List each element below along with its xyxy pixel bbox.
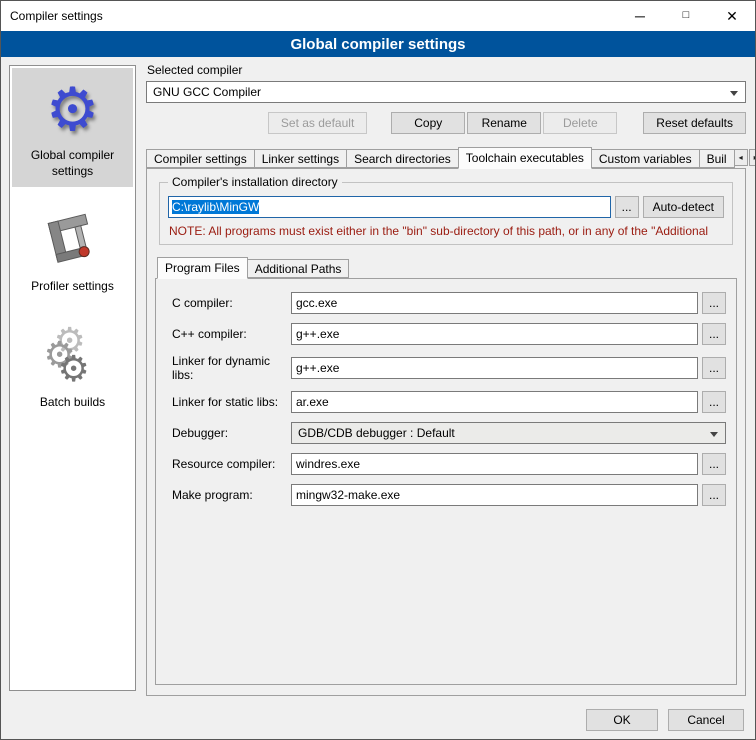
titlebar[interactable]: Compiler settings ─ □ ✕ — [1, 1, 755, 31]
sidebar-item-batch-builds[interactable]: ⚙ ⚙ ⚙ Batch builds — [12, 315, 133, 419]
installation-directory-row: C:\raylib\MinGW ... Auto-detect — [168, 196, 724, 218]
program-files-panel: C compiler: ... C++ compiler: ... — [155, 278, 737, 685]
c-compiler-row: C compiler: ... — [172, 292, 726, 314]
maximize-button[interactable]: □ — [663, 1, 709, 31]
static-linker-input[interactable] — [291, 391, 698, 413]
main-panel: Selected compiler GNU GCC Compiler Set a… — [146, 63, 746, 696]
tab-toolchain-executables[interactable]: Toolchain executables — [458, 147, 592, 169]
tab-build-truncated[interactable]: Buil — [699, 149, 735, 168]
cpp-compiler-row: C++ compiler: ... — [172, 323, 726, 345]
c-compiler-browse-button[interactable]: ... — [702, 292, 726, 314]
installation-directory-value: C:\raylib\MinGW — [172, 200, 259, 214]
tab-scroll-left-icon[interactable]: ◂ — [734, 149, 748, 166]
static-linker-label: Linker for static libs: — [172, 395, 291, 409]
sidebar-item-profiler-settings[interactable]: Profiler settings — [12, 199, 133, 303]
dynamic-linker-browse-button[interactable]: ... — [702, 357, 726, 379]
sidebar-item-label: Global compiler settings — [14, 148, 131, 179]
installation-directory-group-title: Compiler's installation directory — [168, 175, 342, 189]
make-program-label: Make program: — [172, 488, 291, 502]
settings-sidebar: ⚙ Global compiler settings — [9, 65, 136, 691]
debugger-select[interactable]: GDB/CDB debugger : Default — [291, 422, 726, 444]
close-icon: ✕ — [726, 8, 738, 25]
compiler-select[interactable]: GNU GCC Compiler — [146, 81, 746, 103]
minimize-icon: ─ — [635, 8, 645, 24]
resource-compiler-input[interactable] — [291, 453, 698, 475]
resource-compiler-label: Resource compiler: — [172, 457, 291, 471]
close-button[interactable]: ✕ — [709, 1, 755, 31]
make-program-input[interactable] — [291, 484, 698, 506]
sidebar-item-global-compiler-settings[interactable]: ⚙ Global compiler settings — [12, 68, 133, 187]
cancel-button[interactable]: Cancel — [668, 709, 744, 731]
tab-compiler-settings[interactable]: Compiler settings — [146, 149, 255, 168]
batch-builds-gears-icon: ⚙ ⚙ ⚙ — [14, 323, 131, 391]
dynamic-linker-label: Linker for dynamic libs: — [172, 354, 291, 382]
bin-subdirectory-note: NOTE: All programs must exist either in … — [169, 224, 723, 238]
debugger-select-value: GDB/CDB debugger : Default — [298, 426, 455, 440]
cpp-compiler-browse-button[interactable]: ... — [702, 323, 726, 345]
auto-detect-button[interactable]: Auto-detect — [643, 196, 724, 218]
tab-scroll-buttons: ◂ ▸ — [734, 149, 756, 166]
static-linker-row: Linker for static libs: ... — [172, 391, 726, 413]
settings-tab-bar: Compiler settings Linker settings Search… — [146, 147, 746, 168]
installation-directory-group: Compiler's installation directory C:\ray… — [159, 182, 733, 245]
chevron-down-icon — [730, 91, 738, 96]
compiler-settings-window: Compiler settings ─ □ ✕ Global compiler … — [0, 0, 756, 740]
make-program-row: Make program: ... — [172, 484, 726, 506]
copy-button[interactable]: Copy — [391, 112, 465, 134]
tab-program-files[interactable]: Program Files — [157, 257, 248, 279]
chevron-down-icon — [710, 432, 718, 437]
sidebar-item-label: Batch builds — [14, 395, 131, 411]
cpp-compiler-label: C++ compiler: — [172, 327, 291, 341]
ok-button[interactable]: OK — [586, 709, 658, 731]
rename-button[interactable]: Rename — [467, 112, 541, 134]
page-title: Global compiler settings — [290, 36, 465, 53]
dialog-header: Global compiler settings — [1, 31, 755, 57]
dialog-body: ⚙ Global compiler settings — [1, 57, 755, 739]
installation-directory-browse-button[interactable]: ... — [615, 196, 639, 218]
maximize-icon: □ — [683, 9, 690, 21]
set-as-default-button[interactable]: Set as default — [268, 112, 367, 134]
delete-button[interactable]: Delete — [543, 112, 617, 134]
dialog-footer: OK Cancel — [586, 709, 744, 731]
c-compiler-input[interactable] — [291, 292, 698, 314]
installation-directory-input[interactable]: C:\raylib\MinGW — [168, 196, 611, 218]
tab-search-directories[interactable]: Search directories — [346, 149, 459, 168]
make-program-browse-button[interactable]: ... — [702, 484, 726, 506]
window-title: Compiler settings — [10, 9, 103, 23]
tab-linker-settings[interactable]: Linker settings — [254, 149, 347, 168]
program-files-tab-bar: Program Files Additional Paths — [157, 257, 737, 278]
c-compiler-label: C compiler: — [172, 296, 291, 310]
selected-compiler-label: Selected compiler — [147, 63, 746, 77]
global-compiler-gear-icon: ⚙ — [14, 76, 131, 144]
debugger-label: Debugger: — [172, 426, 291, 440]
dynamic-linker-input[interactable] — [291, 357, 698, 379]
reset-defaults-button[interactable]: Reset defaults — [643, 112, 746, 134]
resource-compiler-row: Resource compiler: ... — [172, 453, 726, 475]
profiler-icon — [14, 207, 131, 275]
debugger-row: Debugger: GDB/CDB debugger : Default — [172, 422, 726, 444]
compiler-actions-row: Set as default Copy Rename Delete Reset … — [146, 112, 746, 134]
cpp-compiler-input[interactable] — [291, 323, 698, 345]
static-linker-browse-button[interactable]: ... — [702, 391, 726, 413]
minimize-button[interactable]: ─ — [617, 1, 663, 31]
toolchain-executables-panel: Compiler's installation directory C:\ray… — [146, 168, 746, 696]
resource-compiler-browse-button[interactable]: ... — [702, 453, 726, 475]
dynamic-linker-row: Linker for dynamic libs: ... — [172, 354, 726, 382]
window-controls: ─ □ ✕ — [617, 1, 755, 31]
tab-additional-paths[interactable]: Additional Paths — [247, 259, 350, 278]
sidebar-item-label: Profiler settings — [14, 279, 131, 295]
tab-custom-variables[interactable]: Custom variables — [591, 149, 700, 168]
tab-scroll-right-icon[interactable]: ▸ — [749, 149, 756, 166]
compiler-select-value: GNU GCC Compiler — [153, 85, 261, 99]
